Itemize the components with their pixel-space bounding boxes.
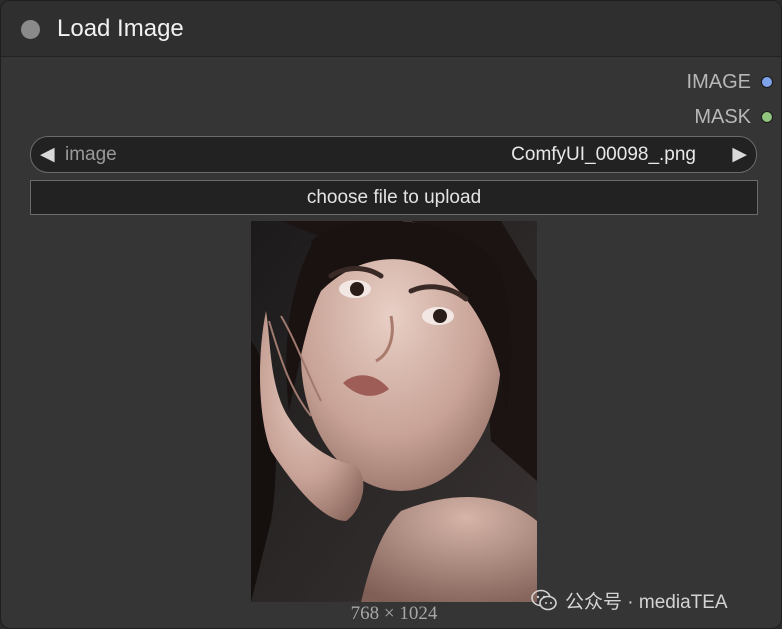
watermark-text: 公众号 · mediaTEA: [565, 591, 728, 613]
output-image[interactable]: IMAGE: [687, 70, 773, 94]
mask-output-slot-icon[interactable]: [761, 111, 773, 123]
portrait-image: [251, 221, 537, 602]
next-arrow-icon[interactable]: ▶: [732, 144, 747, 166]
node-title: Load Image: [57, 15, 184, 42]
image-preview: [251, 221, 537, 602]
output-image-label: IMAGE: [686, 70, 751, 93]
output-mask-label: MASK: [694, 105, 751, 128]
choose-file-label: choose file to upload: [306, 186, 482, 208]
choose-file-button[interactable]: choose file to upload: [30, 180, 758, 215]
combo-label: image: [65, 144, 117, 165]
load-image-node[interactable]: Load Image IMAGE MASK ◀ image ComfyUI_00…: [0, 0, 782, 629]
collapse-dot-icon[interactable]: [21, 20, 40, 39]
image-output-slot-icon[interactable]: [761, 76, 773, 88]
image-combo-widget[interactable]: ◀ image ComfyUI_00098_.png ▶: [30, 136, 757, 173]
image-dimensions: 768 × 1024: [350, 603, 438, 624]
combo-value[interactable]: ComfyUI_00098_.png: [511, 144, 696, 166]
wechat-icon: [531, 589, 557, 611]
output-mask[interactable]: MASK: [694, 105, 773, 129]
previous-arrow-icon[interactable]: ◀: [40, 144, 55, 166]
watermark: 公众号 · mediaTEA: [531, 588, 728, 613]
node-titlebar[interactable]: Load Image: [1, 1, 781, 57]
